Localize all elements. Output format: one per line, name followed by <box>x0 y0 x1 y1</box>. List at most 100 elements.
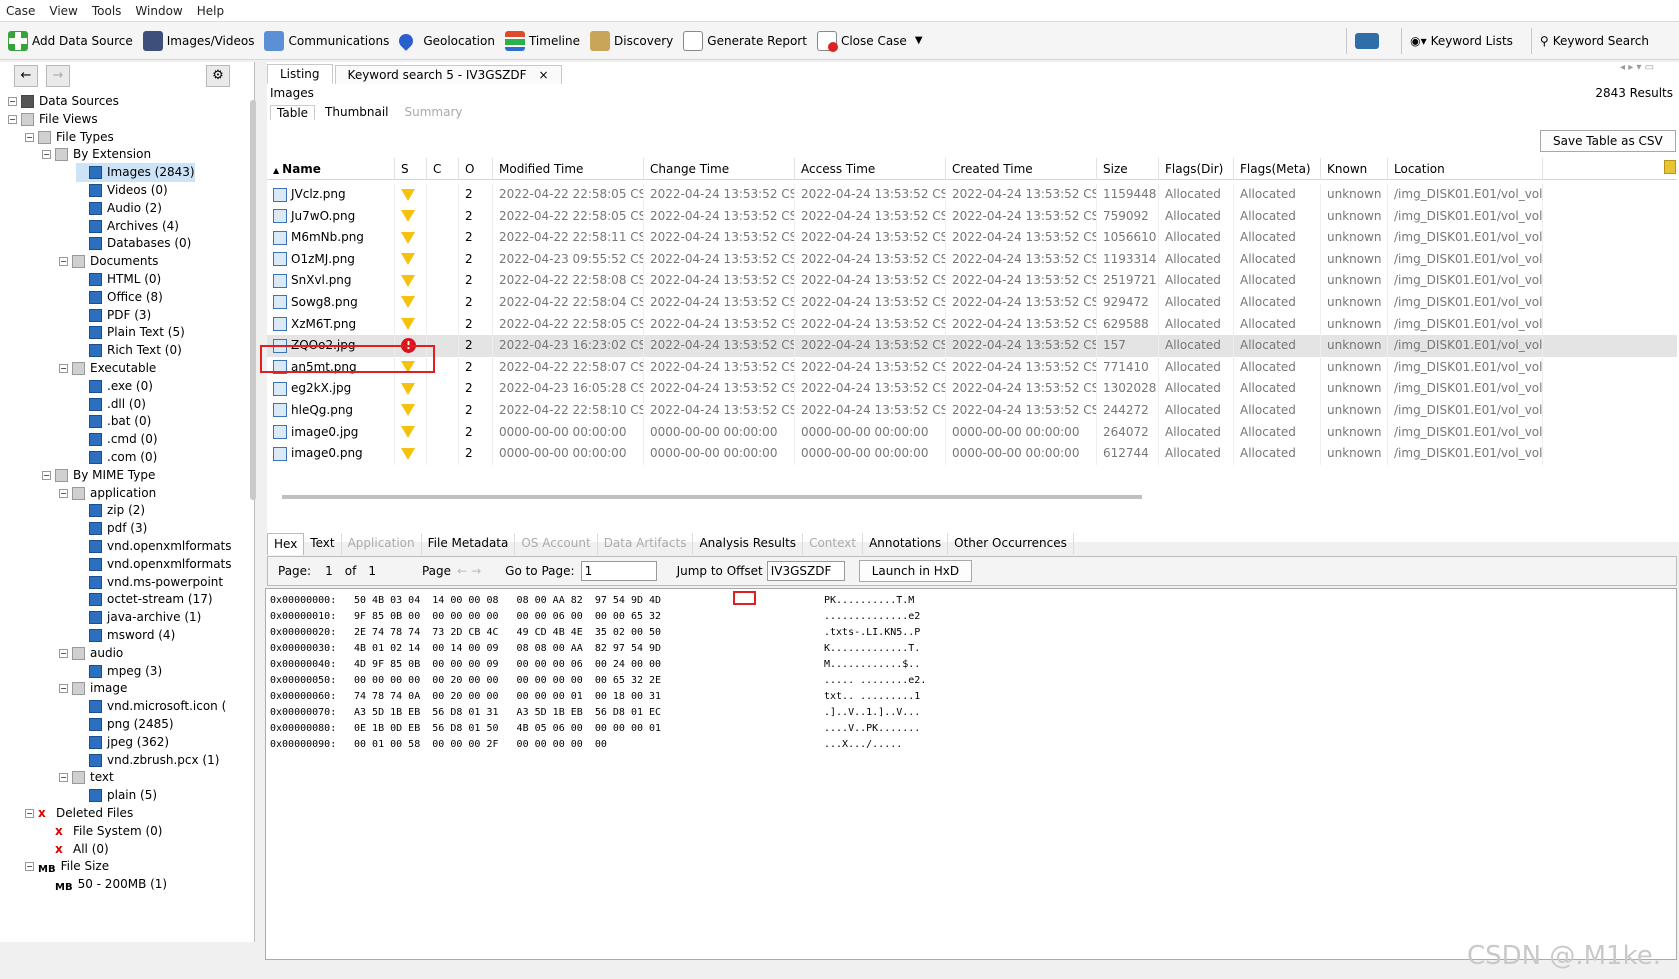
subtab-table[interactable]: Table <box>270 105 316 120</box>
table-row[interactable]: O1zMJ.png 2 2022-04-23 09:55:52 CST 2022-04… <box>267 248 1677 271</box>
expand-toggle-icon[interactable]: − <box>8 97 17 106</box>
forward-arrow-icon[interactable]: → <box>46 65 70 87</box>
table-row[interactable]: XzM6T.png 2 2022-04-22 22:58:05 CST 2022-04… <box>267 313 1677 336</box>
content-tab[interactable]: OS Account <box>515 533 598 555</box>
table-row[interactable]: hleQg.png 2 2022-04-22 22:58:10 CST 2022-04… <box>267 399 1677 422</box>
tree-node[interactable]: − MB File Size <box>25 857 109 876</box>
column-header[interactable]: S <box>395 158 427 180</box>
table-row[interactable]: ZQOo2.jpg! 2 2022-04-23 16:23:02 CST 2022-0… <box>267 335 1677 357</box>
tree-scrollbar[interactable] <box>250 100 256 500</box>
content-tab[interactable]: Other Occurrences <box>948 533 1074 555</box>
column-header[interactable]: O <box>459 158 493 180</box>
column-header[interactable]: Change Time <box>644 158 795 180</box>
menu-item[interactable]: Window <box>135 4 182 18</box>
tree-node[interactable]: − By Extension <box>42 145 151 164</box>
column-header[interactable]: Access Time <box>795 158 946 180</box>
close-case-button[interactable]: Close Case ▼ <box>816 30 923 52</box>
expand-toggle-icon[interactable]: − <box>25 862 34 872</box>
more-chevron-icon[interactable]: ▼ <box>915 35 923 46</box>
tree-node[interactable]: − Executable <box>59 359 156 378</box>
next-page-icon[interactable]: → <box>471 564 481 578</box>
timeline-button[interactable]: Timeline <box>504 30 580 51</box>
expand-toggle-icon[interactable]: − <box>59 648 68 658</box>
discovery-button[interactable]: Discovery <box>590 30 673 51</box>
tree-node[interactable]: Images (2843) <box>76 163 195 183</box>
prev-page-icon[interactable]: ← <box>457 564 467 578</box>
tree-node[interactable]: vnd.ms-powerpoint <box>76 573 223 592</box>
table-row[interactable]: image0.jpg 2 0000-00-00 00:00:00 0000-00-00… <box>267 421 1677 444</box>
tree-node[interactable]: vnd.openxmlformats <box>76 537 232 556</box>
tree-node[interactable]: .com (0) <box>76 448 157 467</box>
menu-item[interactable]: Help <box>197 4 224 18</box>
header-corner-icon[interactable] <box>1664 160 1676 174</box>
communications-button[interactable]: Communications <box>264 30 389 51</box>
jump-offset-input[interactable]: IV3GSZDF <box>766 561 845 581</box>
tree-node[interactable]: − application <box>59 484 156 503</box>
content-tab[interactable]: Analysis Results <box>693 533 804 555</box>
column-header[interactable]: Location <box>1388 158 1543 180</box>
tab-listing[interactable]: Listing <box>267 64 333 84</box>
hex-view[interactable]: 0x00000000: 50 4B 03 04 14 00 00 08 08 00… <box>265 588 1677 960</box>
goto-page-input[interactable]: 1 <box>580 561 657 581</box>
tree-node[interactable]: Audio (2) <box>76 199 162 218</box>
tree-node[interactable]: HTML (0) <box>76 270 161 289</box>
content-tab[interactable]: Context <box>803 533 864 555</box>
expand-toggle-icon[interactable]: − <box>25 809 34 818</box>
tab-keyword-search[interactable]: Keyword search 5 - IV3GSZDF × <box>334 65 562 84</box>
table-row[interactable]: eg2kX.jpg 2 2022-04-23 16:05:28 CST 2022-04… <box>267 378 1677 400</box>
tree-node[interactable]: − By MIME Type <box>42 466 155 485</box>
tree-node[interactable]: .dll (0) <box>76 395 146 414</box>
content-tab[interactable]: Data Artifacts <box>598 533 694 555</box>
content-tab[interactable]: File Metadata <box>422 533 516 555</box>
table-h-scrollbar[interactable] <box>282 495 1142 499</box>
tree-node[interactable]: x All (0) <box>42 840 109 859</box>
expand-toggle-icon[interactable]: − <box>59 488 68 498</box>
tree-node[interactable]: vnd.zbrush.pcx (1) <box>76 751 219 770</box>
tree-node[interactable]: Plain Text (5) <box>76 323 185 342</box>
mail-button[interactable] <box>1355 32 1383 49</box>
geolocation-button[interactable]: Geolocation <box>396 30 495 51</box>
column-header[interactable]: Modified Time <box>493 158 644 180</box>
content-tab[interactable]: Hex <box>267 533 305 555</box>
subtab-thumbnail[interactable]: Thumbnail <box>319 105 394 120</box>
tree-node[interactable]: mpeg (3) <box>76 662 162 681</box>
tree-node[interactable]: vnd.openxmlformats <box>76 555 232 574</box>
expand-toggle-icon[interactable]: − <box>42 470 51 480</box>
table-row[interactable]: JVclz.png 2 2022-04-22 22:58:05 CST 2022-04… <box>267 184 1677 206</box>
tree-node[interactable]: − audio <box>59 644 123 663</box>
tree-node[interactable]: − Documents <box>59 252 158 271</box>
tree-node[interactable]: octet-stream (17) <box>76 590 213 609</box>
tree-node[interactable]: Office (8) <box>76 288 163 307</box>
launch-hxd-button[interactable]: Launch in HxD <box>858 560 973 582</box>
tree-node[interactable]: Archives (4) <box>76 217 179 236</box>
content-tab[interactable]: Annotations <box>863 533 949 555</box>
table-row[interactable]: an5mt.png 2 2022-04-22 22:58:07 CST 2022-04… <box>267 356 1677 379</box>
keyword-lists-button[interactable]: ◉▾ Keyword Lists <box>1410 34 1513 48</box>
menu-item[interactable]: Case <box>6 4 35 18</box>
tree-node[interactable]: − x Deleted Files <box>25 804 133 823</box>
tree-node[interactable]: Databases (0) <box>76 234 191 253</box>
tree-node[interactable]: − File Views <box>8 110 98 129</box>
tree-node[interactable]: .bat (0) <box>76 412 151 431</box>
column-header[interactable]: Created Time <box>946 158 1097 180</box>
menu-item[interactable]: View <box>49 4 77 18</box>
expand-toggle-icon[interactable]: − <box>8 114 17 124</box>
column-header[interactable]: Known <box>1321 158 1388 180</box>
back-arrow-icon[interactable]: ← <box>14 65 38 87</box>
tree-node[interactable]: java-archive (1) <box>76 608 201 627</box>
expand-toggle-icon[interactable]: − <box>59 364 68 373</box>
tree-node[interactable]: PDF (3) <box>76 306 151 325</box>
table-row[interactable]: SnXvl.png 2 2022-04-22 22:58:08 CST 2022-04… <box>267 270 1677 292</box>
expand-toggle-icon[interactable]: − <box>42 150 51 160</box>
expand-toggle-icon[interactable]: − <box>59 773 68 783</box>
content-tab[interactable]: Application <box>342 533 422 555</box>
table-row[interactable]: Ju7wO.png 2 2022-04-22 22:58:05 CST 2022-04… <box>267 205 1677 228</box>
column-header[interactable]: ▲ Name <box>267 158 395 180</box>
tree-node[interactable]: − image <box>59 679 127 698</box>
tree-node[interactable]: png (2485) <box>76 715 174 734</box>
generate-report-button[interactable]: Generate Report <box>683 30 807 51</box>
subtab-summary[interactable]: Summary <box>399 105 469 120</box>
expand-toggle-icon[interactable]: − <box>59 257 68 267</box>
table-row[interactable]: Sowg8.png 2 2022-04-22 22:58:04 CST 2022-04… <box>267 291 1677 314</box>
tree-node[interactable]: Rich Text (0) <box>76 341 182 360</box>
